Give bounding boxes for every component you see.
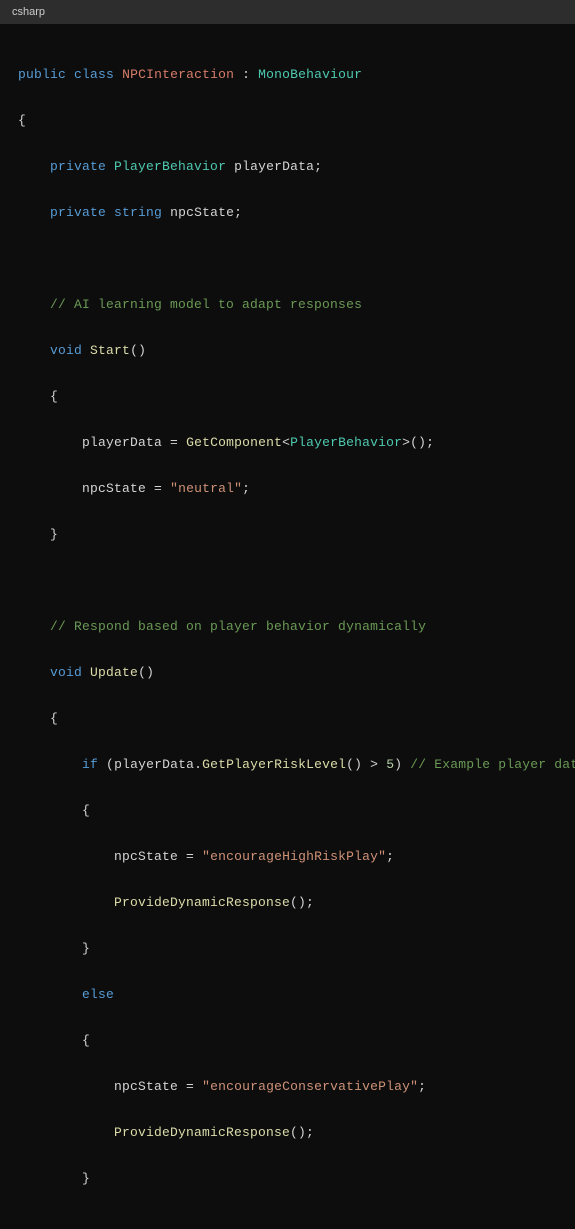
class-name: NPCInteraction: [122, 67, 234, 82]
field-name: npcState: [170, 205, 234, 220]
language-header: csharp: [0, 0, 575, 24]
code-line: }: [18, 523, 557, 546]
parens: (): [138, 665, 154, 680]
call: ();: [290, 895, 314, 910]
code-line: npcState = "encourageConservativePlay";: [18, 1075, 557, 1098]
method-call: ProvideDynamicResponse: [114, 895, 290, 910]
paren: (: [106, 757, 114, 772]
method-name: Update: [90, 665, 138, 680]
operator: >: [370, 757, 378, 772]
code-line: void Start(): [18, 339, 557, 362]
call: ();: [410, 435, 434, 450]
string-literal: "neutral": [170, 481, 242, 496]
code-line: public class NPCInteraction : MonoBehavi…: [18, 63, 557, 86]
code-line: if (playerData.GetPlayerRiskLevel() > 5)…: [18, 753, 557, 776]
keyword-else: else: [82, 987, 114, 1002]
type: PlayerBehavior: [114, 159, 226, 174]
code-line: ProvideDynamicResponse();: [18, 1121, 557, 1144]
comment: // Example player data: [410, 757, 575, 772]
code-line: {: [18, 385, 557, 408]
language-label: csharp: [12, 6, 45, 18]
call: ();: [290, 1125, 314, 1140]
var: playerData: [114, 757, 194, 772]
method-call: GetPlayerRiskLevel: [202, 757, 346, 772]
keyword-if: if: [82, 757, 98, 772]
equals: =: [170, 435, 178, 450]
var: npcState: [114, 1079, 178, 1094]
code-line: {: [18, 109, 557, 132]
equals: =: [186, 849, 194, 864]
code-line: else: [18, 983, 557, 1006]
keyword-private: private: [50, 205, 106, 220]
brace: {: [82, 803, 90, 818]
code-line: {: [18, 1029, 557, 1052]
code-line: private string npcState;: [18, 201, 557, 224]
code-line: }: [18, 937, 557, 960]
keyword-class: class: [74, 67, 114, 82]
code-line: // AI learning model to adapt responses: [18, 293, 557, 316]
code-line: private PlayerBehavior playerData;: [18, 155, 557, 178]
string-literal: "encourageHighRiskPlay": [202, 849, 386, 864]
dot: .: [194, 757, 202, 772]
code-line: }: [18, 1167, 557, 1190]
code-line: ProvideDynamicResponse();: [18, 891, 557, 914]
field-name: playerData: [234, 159, 314, 174]
equals: =: [186, 1079, 194, 1094]
semicolon: ;: [234, 205, 242, 220]
code-line: {: [18, 799, 557, 822]
brace: }: [82, 941, 90, 956]
brace: {: [50, 711, 58, 726]
return-type: void: [50, 343, 82, 358]
generic-type: PlayerBehavior: [290, 435, 402, 450]
colon: :: [242, 67, 250, 82]
semicolon: ;: [418, 1079, 426, 1094]
code-line: void Update(): [18, 661, 557, 684]
keyword-private: private: [50, 159, 106, 174]
var: npcState: [114, 849, 178, 864]
code-line: // Respond based on player behavior dyna…: [18, 615, 557, 638]
parens: (): [130, 343, 146, 358]
code-line: {: [18, 707, 557, 730]
code-line: playerData = GetComponent<PlayerBehavior…: [18, 431, 557, 454]
base-class: MonoBehaviour: [258, 67, 362, 82]
equals: =: [154, 481, 162, 496]
angle: >: [402, 435, 410, 450]
method-call: GetComponent: [186, 435, 282, 450]
brace: {: [82, 1033, 90, 1048]
number: 5: [386, 757, 394, 772]
return-type: void: [50, 665, 82, 680]
code-block: public class NPCInteraction : MonoBehavi…: [0, 24, 575, 1229]
var: playerData: [82, 435, 162, 450]
brace: {: [50, 389, 58, 404]
comment: // AI learning model to adapt responses: [50, 297, 362, 312]
brace: }: [50, 527, 58, 542]
call: (): [346, 757, 362, 772]
code-line: npcState = "encourageHighRiskPlay";: [18, 845, 557, 868]
semicolon: ;: [242, 481, 250, 496]
brace: {: [18, 113, 26, 128]
string-literal: "encourageConservativePlay": [202, 1079, 418, 1094]
method-name: Start: [90, 343, 130, 358]
var: npcState: [82, 481, 146, 496]
code-line: npcState = "neutral";: [18, 477, 557, 500]
code-line: [18, 247, 557, 270]
keyword-public: public: [18, 67, 66, 82]
brace: }: [82, 1171, 90, 1186]
angle: <: [282, 435, 290, 450]
code-line: [18, 569, 557, 592]
semicolon: ;: [386, 849, 394, 864]
comment: // Respond based on player behavior dyna…: [50, 619, 426, 634]
method-call: ProvideDynamicResponse: [114, 1125, 290, 1140]
paren: ): [394, 757, 402, 772]
type: string: [114, 205, 162, 220]
semicolon: ;: [314, 159, 322, 174]
